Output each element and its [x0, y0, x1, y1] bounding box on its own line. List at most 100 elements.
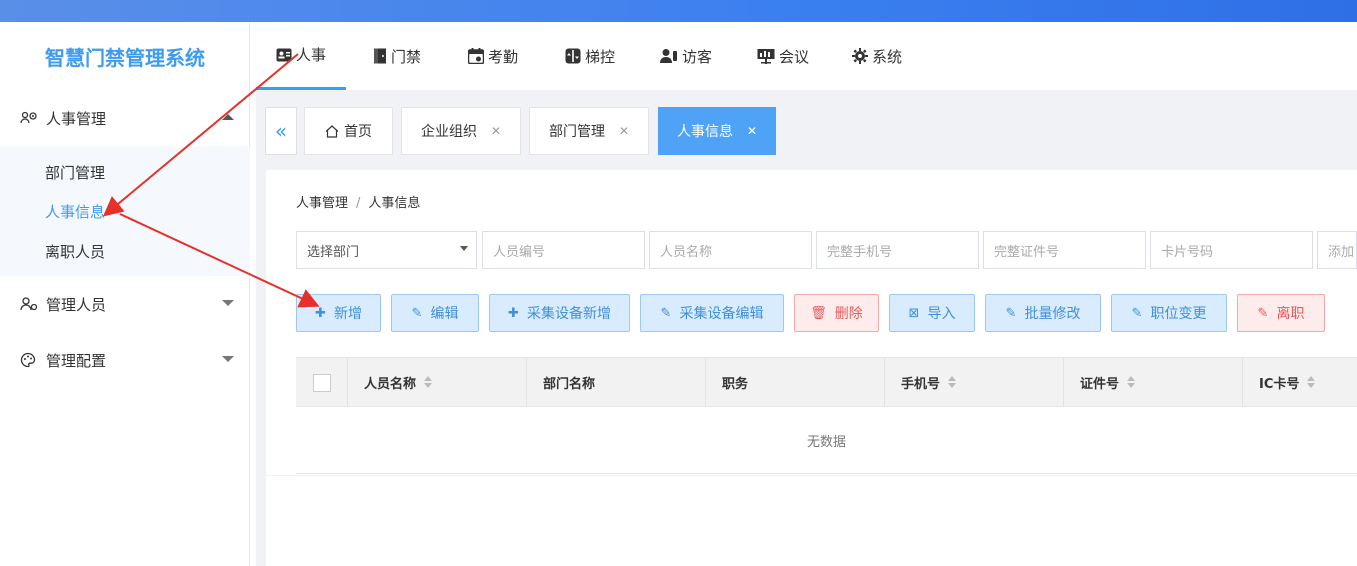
button-label: 导入 [927, 306, 956, 322]
tab-label: 人事信息 [676, 124, 733, 140]
door-icon [373, 48, 387, 64]
table-header: 人员名称 部门名称 职务 手机号 证件号 IC卡号 [296, 357, 1357, 407]
top-banner [0, 0, 1357, 22]
card-number-input[interactable]: 卡片号码 [1150, 231, 1313, 269]
sort-icon[interactable] [424, 376, 433, 388]
breadcrumb-current: 人事信息 [368, 196, 421, 211]
tab-label: 首页 [344, 124, 372, 140]
import-button[interactable]: ⊠ 导入 [889, 294, 975, 332]
nav-label: 梯控 [585, 47, 616, 66]
nav-attendance[interactable]: 考勤 [468, 22, 518, 90]
button-label: 采集设备编辑 [679, 306, 764, 322]
delete-button[interactable]: 🗑 删除 [794, 294, 879, 332]
sidebar-submenu: 部门管理 人事信息 离职人员 [0, 146, 250, 276]
breadcrumb-parent[interactable]: 人事管理 [296, 196, 348, 211]
nav-visitor[interactable]: 访客 [660, 22, 712, 90]
users-gear-icon [20, 110, 40, 126]
sidebar-item-hr-info[interactable]: 人事信息 [45, 201, 105, 222]
sidebar-group-hr-management[interactable]: 人事管理 [0, 90, 250, 146]
column-header-department: 部门名称 [527, 358, 706, 406]
visitor-icon [660, 48, 678, 64]
tab-label: 部门管理 [548, 124, 605, 140]
device-add-button[interactable]: ✚ 采集设备新增 [489, 294, 630, 332]
tab-label: 企业组织 [420, 124, 477, 140]
phone-input[interactable]: 完整手机号 [816, 231, 979, 269]
calendar-icon [468, 48, 484, 64]
select-placeholder: 选择部门 [307, 244, 360, 260]
breadcrumb-separator: / [356, 196, 361, 211]
tab-department[interactable]: 部门管理 ✕ [529, 107, 649, 155]
column-header-ic-card[interactable]: IC卡号 [1243, 358, 1357, 406]
collapse-sidebar-button[interactable]: « [265, 107, 297, 155]
edit-button[interactable]: ✎ 编辑 [391, 294, 479, 332]
resign-button[interactable]: ✎ 离职 [1237, 294, 1325, 332]
nav-meeting[interactable]: 会议 [757, 22, 809, 90]
id-card-icon [276, 48, 292, 62]
top-navigation: 人事 门禁 考勤 梯控 访客 会议 系统 [256, 22, 1357, 90]
nav-personnel[interactable]: 人事 [256, 22, 347, 90]
button-label: 删除 [834, 306, 863, 322]
close-icon[interactable]: ✕ [747, 124, 757, 138]
department-select[interactable]: 选择部门 [296, 231, 477, 269]
plus-icon: ✚ [315, 305, 326, 321]
sidebar-group-config[interactable]: 管理配置 [0, 332, 250, 388]
nav-label: 门禁 [391, 47, 422, 66]
sort-icon[interactable] [1127, 376, 1136, 388]
double-chevron-left-icon: « [274, 119, 288, 143]
sidebar-group-label: 管理配置 [46, 351, 107, 370]
nav-system[interactable]: 系统 [852, 22, 902, 90]
tab-hr-info[interactable]: 人事信息 ✕ [658, 107, 776, 155]
batch-edit-button[interactable]: ✎ 批量修改 [985, 294, 1101, 332]
input-placeholder: 完整手机号 [827, 244, 893, 260]
button-label: 批量修改 [1024, 306, 1081, 322]
tab-home[interactable]: 首页 [304, 107, 393, 155]
button-label: 采集设备新增 [526, 306, 611, 322]
sort-icon[interactable] [948, 376, 957, 388]
sort-icon[interactable] [1307, 376, 1316, 388]
input-placeholder: 完整证件号 [994, 244, 1060, 260]
close-icon[interactable]: ✕ [619, 124, 629, 138]
nav-elevator[interactable]: 梯控 [565, 22, 615, 90]
nav-label: 会议 [779, 47, 810, 66]
column-header-id-number[interactable]: 证件号 [1064, 358, 1243, 406]
sidebar-group-admins[interactable]: 管理人员 [0, 276, 250, 332]
sidebar-group-label: 管理人员 [46, 295, 107, 314]
button-label: 职位变更 [1150, 306, 1207, 322]
nav-label: 人事 [296, 46, 327, 64]
gear-icon [852, 48, 868, 64]
sidebar-item-department[interactable]: 部门管理 [45, 162, 105, 183]
employee-id-input[interactable]: 人员编号 [482, 231, 645, 269]
column-label: 部门名称 [543, 376, 596, 392]
id-number-input[interactable]: 完整证件号 [983, 231, 1146, 269]
button-label: 新增 [333, 306, 362, 322]
column-label: 人员名称 [364, 376, 417, 392]
sidebar-item-resigned[interactable]: 离职人员 [45, 241, 105, 262]
column-label: 证件号 [1080, 376, 1120, 392]
lower-panel [266, 476, 1357, 566]
add-button[interactable]: ✚ 新增 [296, 294, 381, 332]
edit-icon: ✎ [660, 305, 672, 321]
plus-icon: ✚ [508, 305, 519, 321]
edit-icon: ✎ [411, 305, 423, 321]
column-header-name[interactable]: 人员名称 [348, 358, 527, 406]
column-header-phone[interactable]: 手机号 [885, 358, 1064, 406]
select-all-checkbox[interactable] [313, 374, 331, 392]
sidebar: 智慧门禁管理系统 人事管理 部门管理 人事信息 离职人员 管理人员 管理配置 [0, 22, 250, 566]
device-edit-button[interactable]: ✎ 采集设备编辑 [640, 294, 784, 332]
close-icon[interactable]: ✕ [491, 124, 501, 138]
nav-access-control[interactable]: 门禁 [373, 22, 421, 90]
home-icon [325, 124, 339, 138]
edit-icon: ✎ [1005, 305, 1017, 321]
palette-icon [20, 352, 40, 368]
tab-enterprise-org[interactable]: 企业组织 ✕ [401, 107, 521, 155]
meeting-icon [757, 48, 775, 64]
edit-icon: ✎ [1131, 305, 1143, 321]
input-placeholder: 添加 [1328, 244, 1355, 260]
select-all-cell [296, 358, 348, 406]
chevron-up-icon [222, 114, 234, 120]
tabs-bar: « 首页 企业组织 ✕ 部门管理 ✕ 人事信息 ✕ [256, 90, 1357, 170]
add-filter-input[interactable]: 添加 [1317, 231, 1357, 269]
chevron-down-icon [222, 300, 234, 306]
position-change-button[interactable]: ✎ 职位变更 [1111, 294, 1227, 332]
employee-name-input[interactable]: 人员名称 [649, 231, 812, 269]
